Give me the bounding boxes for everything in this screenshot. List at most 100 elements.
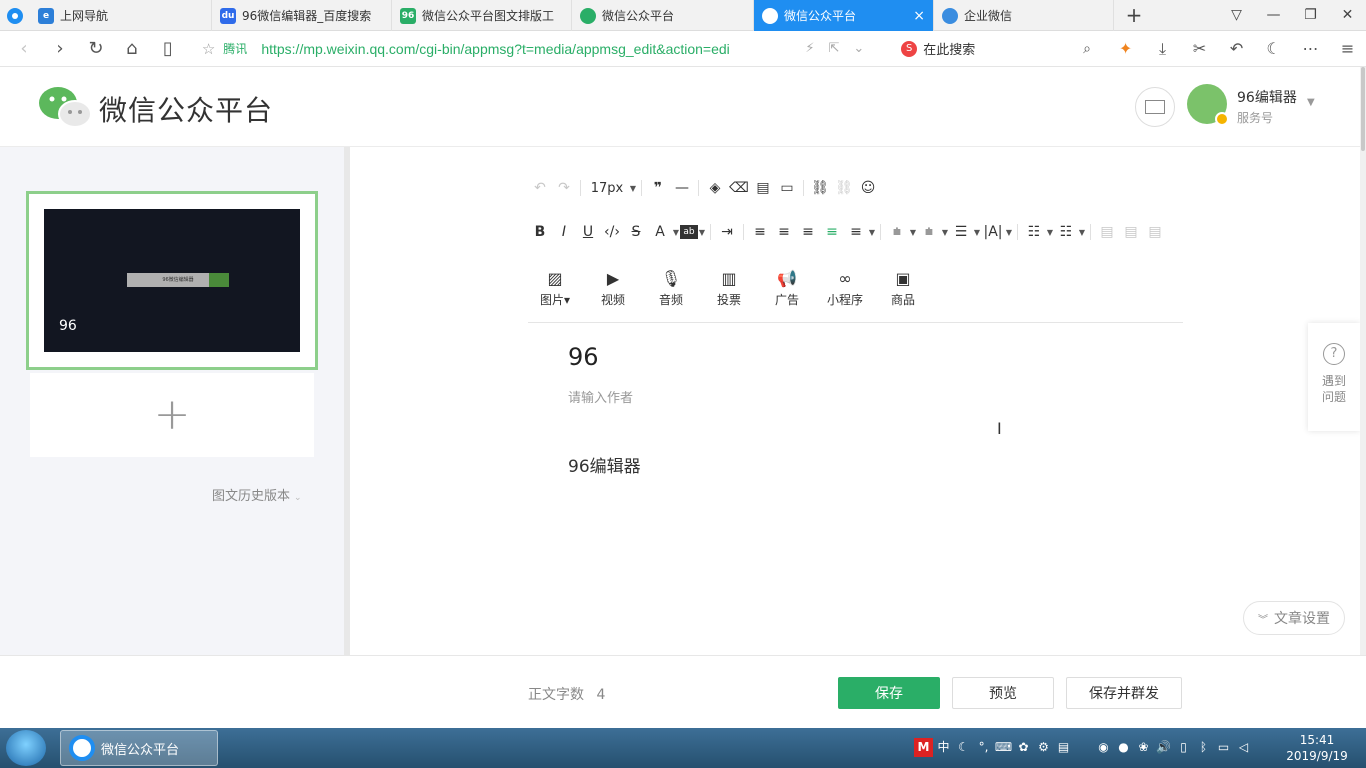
wechat-tray-icon[interactable]: ●: [1114, 738, 1133, 757]
paragraph-spacing-bottom-icon[interactable]: ⩧: [917, 220, 941, 244]
browser-logo-icon[interactable]: [0, 0, 30, 31]
caret-down-icon[interactable]: ▼: [909, 220, 917, 244]
unlink-icon[interactable]: ⛓: [832, 176, 856, 200]
caret-down-icon[interactable]: ▼: [629, 176, 637, 200]
forward-button[interactable]: ›: [42, 38, 78, 59]
search-box[interactable]: S 在此搜索 ⌕: [901, 39, 1091, 58]
volume-icon[interactable]: 🔊: [1154, 738, 1173, 757]
insert-image-button[interactable]: ▨ 图片▾: [526, 269, 584, 308]
caret-down-icon[interactable]: ▼: [1046, 220, 1054, 244]
save-button[interactable]: 保存: [838, 677, 940, 709]
insert-ad-button[interactable]: 📢 广告: [758, 269, 816, 308]
float-none-icon[interactable]: ▤: [1119, 220, 1143, 244]
tab-6[interactable]: 企业微信: [934, 0, 1114, 31]
taskbar-app[interactable]: 微信公众平台: [60, 730, 218, 766]
game-icon[interactable]: ✦: [1107, 39, 1144, 59]
insert-miniprogram-button[interactable]: ∞ 小程序: [816, 269, 874, 308]
redo-icon[interactable]: ↷: [552, 176, 576, 200]
minimize-button[interactable]: —: [1255, 7, 1292, 23]
back-button[interactable]: ‹: [6, 38, 42, 59]
caret-down-icon[interactable]: ▼: [672, 220, 680, 244]
page-scrollbar[interactable]: [1360, 67, 1366, 655]
author-input[interactable]: 请输入作者: [568, 387, 633, 406]
float-right-icon[interactable]: ▤: [1143, 220, 1167, 244]
restore-button[interactable]: ❐: [1292, 7, 1329, 23]
tab-2[interactable]: du 96微信编辑器_百度搜索: [212, 0, 392, 31]
url-field[interactable]: ☆ 腾讯 https://mp.weixin.qq.com/cgi-bin/ap…: [202, 35, 881, 63]
caret-down-icon[interactable]: ▼: [698, 220, 706, 244]
caret-down-icon[interactable]: ▼: [1307, 97, 1315, 108]
clock[interactable]: 15:41 2019/9/19: [1284, 732, 1350, 764]
punctuation-icon[interactable]: °,: [974, 738, 993, 757]
tab-4[interactable]: 微信公众平台: [572, 0, 754, 31]
menu-icon[interactable]: ≡: [1329, 39, 1366, 59]
reader-mode-button[interactable]: ▯: [150, 38, 186, 59]
align-center-icon[interactable]: ≡: [772, 220, 796, 244]
start-button[interactable]: [6, 730, 46, 766]
caret-down-icon[interactable]: ▼: [1078, 220, 1086, 244]
ime-chinese-icon[interactable]: 中: [934, 738, 953, 757]
page-title[interactable]: 微信公众平台: [99, 89, 273, 129]
caret-down-icon[interactable]: ▼: [941, 220, 949, 244]
blockquote-icon[interactable]: ❞: [646, 176, 670, 200]
app-tray-icon[interactable]: ◉: [1094, 738, 1113, 757]
font-size-select[interactable]: 17px: [585, 176, 629, 200]
refresh-button[interactable]: ↻: [78, 38, 114, 59]
add-article-button[interactable]: +: [30, 373, 314, 457]
history-versions-link[interactable]: 图文历史版本 ⌄: [212, 485, 302, 504]
avatar[interactable]: [1187, 84, 1229, 126]
home-button[interactable]: ⌂: [114, 38, 150, 59]
search-icon[interactable]: ⌕: [1083, 41, 1091, 57]
emoji-icon[interactable]: ☺: [856, 176, 880, 200]
undo-icon[interactable]: ↶: [1218, 39, 1255, 59]
font-color-icon[interactable]: A: [648, 220, 672, 244]
more-icon[interactable]: ⋯: [1292, 39, 1329, 59]
insert-video-button[interactable]: ▶ 视频: [584, 269, 642, 308]
tab-5-active[interactable]: 微信公众平台 ×: [754, 0, 934, 31]
tab-1[interactable]: e 上网导航: [30, 0, 212, 31]
caret-down-icon[interactable]: ▼: [868, 220, 876, 244]
tab-3[interactable]: 96 微信公众平台图文排版工: [392, 0, 572, 31]
lightning-icon[interactable]: ⚡: [805, 41, 814, 56]
keyboard-icon[interactable]: ⌨: [994, 738, 1013, 757]
night-mode-icon[interactable]: ☾: [1255, 39, 1292, 59]
link-icon[interactable]: ⛓: [808, 176, 832, 200]
network-icon[interactable]: ▭: [1214, 738, 1233, 757]
format-painter-icon[interactable]: ◈: [703, 176, 727, 200]
tablet-icon[interactable]: ▤: [1054, 738, 1073, 757]
help-widget[interactable]: ? 遇到问题: [1308, 323, 1360, 431]
align-more-icon[interactable]: ≡: [844, 220, 868, 244]
close-window-button[interactable]: ✕: [1329, 7, 1366, 23]
url-text[interactable]: https://mp.weixin.qq.com/cgi-bin/appmsg?…: [261, 41, 791, 57]
insert-product-button[interactable]: ▣ 商品: [874, 269, 932, 308]
paragraph-spacing-top-icon[interactable]: ⩧: [885, 220, 909, 244]
tool-icon[interactable]: ⚙: [1034, 738, 1053, 757]
line-height-icon[interactable]: ☰: [949, 220, 973, 244]
align-justify-icon[interactable]: ≡: [820, 220, 844, 244]
highlight-color-icon[interactable]: ab: [680, 225, 698, 239]
bluetooth-icon[interactable]: ᛒ: [1194, 738, 1213, 757]
account-name[interactable]: 96编辑器: [1237, 87, 1297, 107]
download-icon[interactable]: ⤓: [1144, 39, 1181, 59]
code-icon[interactable]: ‹/›: [600, 220, 624, 244]
horizontal-rule-icon[interactable]: —: [670, 176, 694, 200]
device-icon[interactable]: ▯: [1174, 738, 1193, 757]
new-tab-button[interactable]: +: [1114, 0, 1154, 30]
document-icon[interactable]: ▭: [775, 176, 799, 200]
flower-icon[interactable]: ❀: [1134, 738, 1153, 757]
article-title-input[interactable]: 96: [568, 343, 599, 371]
ordered-list-icon[interactable]: ☷: [1022, 220, 1046, 244]
align-right-icon[interactable]: ≡: [796, 220, 820, 244]
clear-format-icon[interactable]: ⌫: [727, 176, 751, 200]
align-left-icon[interactable]: ≡: [748, 220, 772, 244]
sogou-icon[interactable]: S: [901, 40, 918, 57]
article-settings-button[interactable]: ︾ 文章设置: [1243, 601, 1345, 635]
close-icon[interactable]: ×: [913, 8, 925, 24]
insert-audio-button[interactable]: 🎙 音频: [642, 269, 700, 308]
caret-down-icon[interactable]: ▼: [973, 220, 981, 244]
underline-icon[interactable]: U: [576, 220, 600, 244]
undo-icon[interactable]: ↶: [528, 176, 552, 200]
insert-template-icon[interactable]: ▤: [751, 176, 775, 200]
scrollbar-thumb[interactable]: [1361, 67, 1365, 151]
share-icon[interactable]: ⇱: [828, 41, 839, 56]
